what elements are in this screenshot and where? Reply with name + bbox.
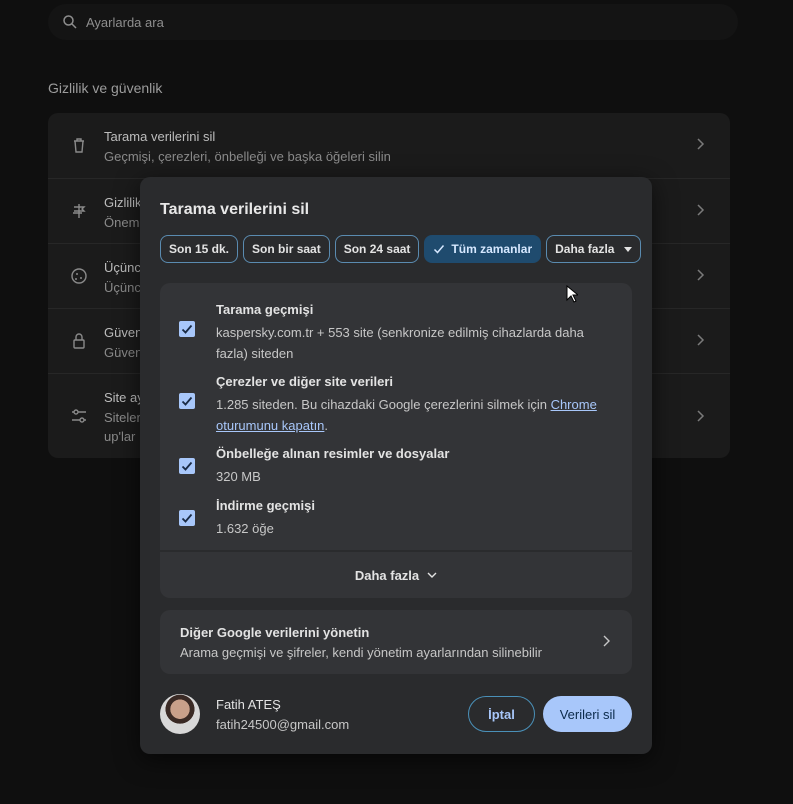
tune-icon: [72, 409, 86, 423]
settings-search-bar[interactable]: Ayarlarda ara: [48, 4, 738, 40]
checkbox[interactable]: [179, 321, 195, 337]
checkmark-icon: [181, 396, 193, 406]
checkmark-icon: [181, 324, 193, 334]
cookie-icon: [71, 268, 87, 284]
option-title: Çerezler ve diğer site verileri: [216, 374, 394, 389]
chip-label: Son bir saat: [252, 242, 321, 256]
option-desc: 320 MB: [216, 469, 261, 484]
checkmark-icon: [434, 245, 445, 254]
chevron-right-icon: [697, 334, 705, 346]
time-range-chips: Son 15 dk. Son bir saat Son 24 saat Tüm …: [160, 235, 642, 263]
trash-icon: [74, 138, 84, 153]
section-title: Gizlilik ve güvenlik: [48, 80, 163, 96]
chip-last-15-min[interactable]: Son 15 dk.: [160, 235, 239, 263]
option-desc: 1.285 siteden. Bu cihazdaki Google çerez…: [216, 394, 616, 436]
caret-down-icon: [624, 246, 633, 252]
chip-label: Tüm zamanlar: [451, 242, 533, 256]
google-data-desc: Arama geçmişi ve şifreler, kendi yönetim…: [180, 645, 542, 660]
setting-row-title: Güven: [104, 325, 143, 340]
checkmark-icon: [181, 461, 193, 471]
account-name: Fatih ATEŞ: [216, 697, 281, 712]
chip-label: Daha fazla: [555, 242, 615, 256]
setting-row-desc: Geçmişi, çerezleri, önbelleği ve başka ö…: [104, 149, 391, 164]
show-more-label: Daha fazla: [354, 567, 420, 583]
checkbox[interactable]: [179, 458, 195, 474]
manage-google-data-row[interactable]: Diğer Google verilerini yönetin Arama ge…: [160, 610, 632, 674]
option-desc-suffix: .: [324, 418, 329, 433]
setting-row-desc: Güven: [104, 345, 143, 360]
account-email: fatih24500@gmail.com: [216, 717, 350, 732]
setting-row-desc-2: up'lar: [104, 429, 136, 444]
setting-row-clear-data[interactable]: Tarama verilerini sil Geçmişi, çerezleri…: [48, 113, 730, 178]
setting-row-title: Site ay: [104, 390, 144, 405]
option-desc-text: 1.285 siteden. Bu cihazdaki Google çerez…: [216, 397, 551, 412]
checkbox[interactable]: [179, 393, 195, 409]
option-title: İndirme geçmişi: [216, 498, 315, 513]
setting-row-title: Gizlilik: [104, 195, 142, 210]
chip-last-24-hours[interactable]: Son 24 saat: [334, 235, 420, 263]
search-icon: [63, 15, 77, 29]
chip-last-hour[interactable]: Son bir saat: [243, 235, 330, 263]
option-title: Önbelleğe alınan resimler ve dosyalar: [216, 446, 450, 461]
chip-all-time[interactable]: Tüm zamanlar: [424, 235, 542, 263]
avatar: [160, 694, 200, 734]
cancel-button[interactable]: İptal: [468, 696, 535, 732]
option-desc: 1.632 öğe: [216, 521, 274, 536]
chevron-down-icon: [427, 572, 437, 578]
show-more-button[interactable]: Daha fazla: [160, 552, 632, 598]
privacy-guide-icon: [73, 204, 86, 218]
dialog-title: Tarama verilerini sil: [160, 201, 310, 218]
chip-label: Son 24 saat: [343, 242, 411, 256]
delete-data-button[interactable]: Verileri sil: [543, 696, 632, 732]
mouse-cursor-icon: [566, 285, 578, 303]
chevron-right-icon: [603, 635, 610, 647]
option-desc: kaspersky.com.tr + 553 site (senkronize …: [216, 325, 584, 361]
setting-row-desc: Önem: [104, 215, 140, 230]
chevron-right-icon: [697, 269, 705, 281]
clear-browsing-data-dialog: Tarama verilerini sil Son 15 dk. Son bir…: [140, 177, 652, 754]
option-title: Tarama geçmişi: [216, 302, 314, 317]
chevron-right-icon: [697, 410, 705, 422]
checkmark-icon: [181, 513, 193, 523]
setting-row-desc: Siteler: [104, 410, 141, 425]
chevron-right-icon: [697, 138, 705, 150]
google-data-title: Diğer Google verilerini yönetin: [180, 625, 370, 640]
setting-row-title: Tarama verilerini sil: [104, 129, 216, 144]
lock-icon: [73, 333, 85, 349]
chevron-right-icon: [697, 204, 705, 216]
data-types-list: Tarama geçmişi kaspersky.com.tr + 553 si…: [160, 283, 632, 550]
chip-label: Son 15 dk.: [169, 242, 230, 256]
search-placeholder: Ayarlarda ara: [86, 14, 164, 30]
chip-more-dropdown[interactable]: Daha fazla: [546, 235, 642, 263]
checkbox[interactable]: [179, 510, 195, 526]
setting-row-desc: Üçünc: [104, 280, 141, 295]
